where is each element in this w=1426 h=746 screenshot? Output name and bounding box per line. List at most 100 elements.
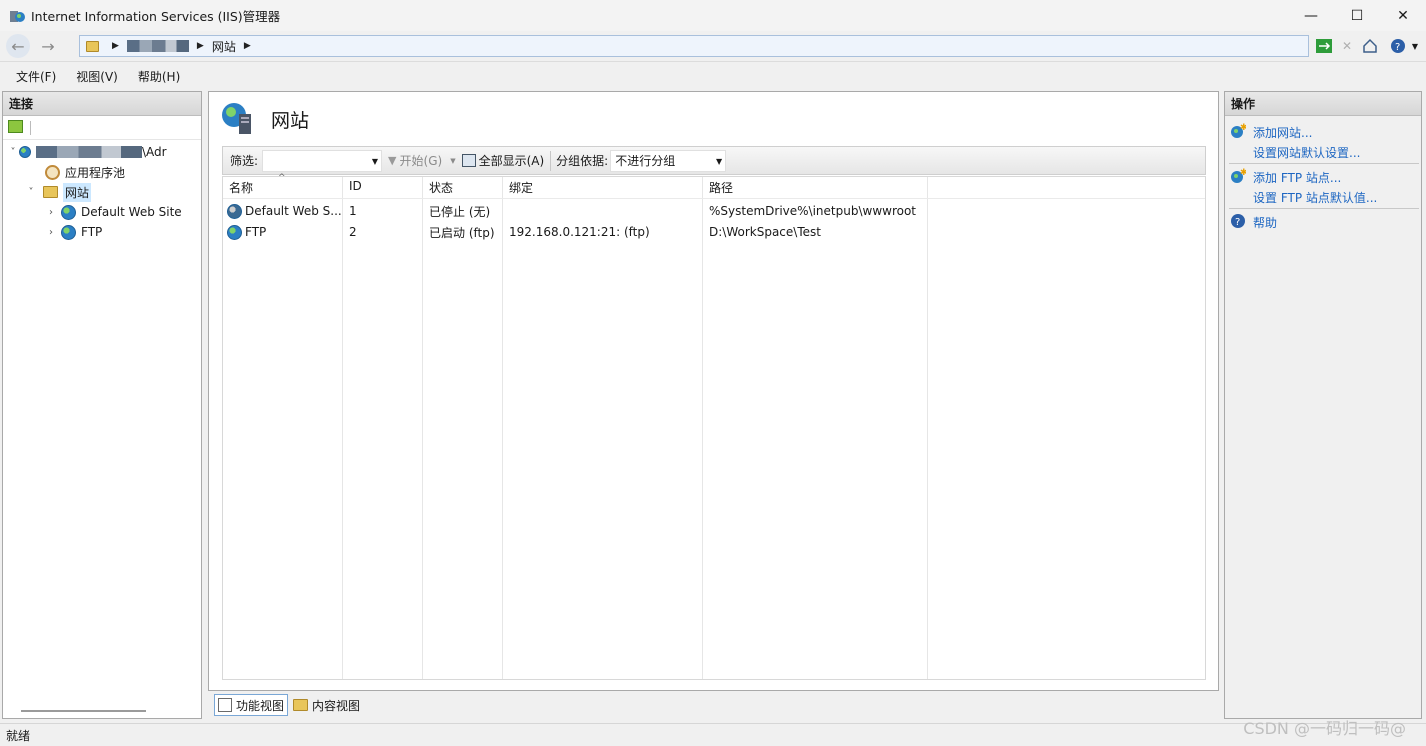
chevron-right-icon: ▶ [196, 41, 204, 51]
show-all-label: 全部显示(A) [478, 154, 545, 168]
server-name-redacted [36, 146, 142, 158]
refresh-icon[interactable] [1315, 37, 1333, 55]
menu-view[interactable]: 视图(V) [76, 68, 118, 85]
add-website-link[interactable]: 添加网站... [1253, 124, 1312, 141]
horizontal-scrollbar[interactable] [21, 710, 146, 712]
menu-file[interactable]: 文件(F) [16, 68, 56, 85]
add-ftp-site-link[interactable]: 添加 FTP 站点... [1253, 169, 1341, 186]
toolbar-divider [550, 150, 552, 171]
view-tabs: 功能视图 内容视图 [208, 693, 363, 717]
column-divider [702, 177, 703, 679]
site-binding: 192.168.0.121:21: (ftp) [509, 225, 650, 239]
menu-help[interactable]: 帮助(H) [138, 68, 180, 85]
breadcrumb-server-redacted[interactable] [126, 40, 189, 52]
watermark-text: CSDN @一码归一码@ [1243, 719, 1406, 738]
site-name-cell: Default Web S... [227, 201, 342, 221]
svg-text:?: ? [1395, 42, 1400, 53]
tree-node-app-pools[interactable]: 应用程序池 [45, 162, 125, 182]
address-bar[interactable]: ▶ ▶ 网站 ▶ [79, 35, 1309, 57]
chevron-down-icon[interactable]: ▼ [716, 157, 722, 166]
status-text: 就绪 [6, 728, 31, 743]
start-filter-label: 开始(G) [399, 154, 443, 168]
group-by-label: 分组依据: [556, 154, 609, 168]
chevron-right-icon[interactable]: › [45, 227, 57, 238]
minimize-button[interactable]: — [1288, 0, 1334, 31]
show-all-icon [461, 154, 476, 167]
back-arrow-icon[interactable]: ← [6, 34, 30, 58]
set-website-defaults-link[interactable]: 设置网站默认设置... [1253, 144, 1360, 161]
column-header-name[interactable]: 名称 [229, 179, 253, 197]
column-header-path[interactable]: 路径 [709, 179, 733, 197]
filter-input[interactable]: ▼ [262, 149, 383, 172]
chevron-right-icon[interactable]: › [45, 207, 57, 218]
stopped-site-icon [227, 203, 242, 219]
chevron-down-icon[interactable]: ▼ [450, 157, 455, 165]
tree-label-app-pools: 应用程序池 [65, 165, 126, 180]
website-globe-icon [227, 224, 242, 240]
sites-table: 名称 ^ ID 状态 绑定 路径 Default Web S... 1 已停止 … [222, 173, 1206, 680]
site-status: 已停止 (无) [429, 204, 491, 219]
stop-icon[interactable]: ✕ [1338, 37, 1356, 55]
home-icon[interactable] [1361, 37, 1379, 55]
title-bar: Internet Information Services (IIS)管理器 —… [0, 0, 1426, 31]
column-divider [422, 177, 423, 679]
server-name-suffix: \Adr [142, 145, 167, 159]
header-divider [223, 198, 1205, 199]
sites-folder-icon [86, 40, 99, 52]
chevron-down-icon[interactable]: ˅ [7, 147, 19, 158]
column-header-status[interactable]: 状态 [429, 179, 453, 197]
start-filter-button[interactable]: ▼ 开始(G) ▼ [388, 152, 456, 169]
forward-arrow-icon[interactable]: → [36, 34, 60, 58]
tab-features-view[interactable]: 功能视图 [214, 694, 289, 716]
navigation-bar: ← → ▶ ▶ 网站 ▶ ✕ ? ▼ [0, 31, 1426, 62]
add-ftp-site-icon: ✱ [1230, 168, 1248, 184]
app-pool-icon [45, 164, 60, 180]
help-link[interactable]: 帮助 [1253, 214, 1277, 231]
funnel-icon: ▼ [388, 154, 397, 167]
sites-content-pane: 网站 筛选: ▼ ▼ 开始(G) ▼ 全部显示(A) 分组依据: 不进行分组 ▼… [208, 91, 1219, 691]
site-status: 已启动 (ftp) [429, 225, 495, 240]
site-path: %SystemDrive%\inetpub\wwwroot [709, 204, 916, 218]
chevron-right-icon: ▶ [243, 41, 251, 51]
site-id: 1 [349, 204, 357, 218]
column-divider [502, 177, 503, 679]
breadcrumb-sites[interactable]: 网站 [212, 38, 236, 55]
connections-title: 连接 [3, 92, 201, 116]
server-icon [19, 146, 31, 158]
chevron-right-icon: ▶ [112, 41, 119, 51]
column-header-id[interactable]: ID [349, 179, 362, 197]
maximize-button[interactable]: ☐ [1334, 0, 1380, 31]
tree-label-sites: 网站 [63, 182, 92, 202]
help-icon[interactable]: ? [1389, 37, 1407, 55]
site-name: Default Web S... [245, 204, 342, 218]
svg-text:✱: ✱ [1240, 168, 1246, 178]
sites-folder-icon [43, 186, 58, 198]
chevron-down-icon[interactable]: ˅ [25, 187, 37, 198]
tree-node-server[interactable]: ˅ \Adr [7, 142, 167, 162]
connections-pane: 连接 ˅ \Adr 应用程序池 ˅ 网站 › Default Web Site … [2, 91, 202, 719]
group-by-value: 不进行分组 [615, 154, 676, 168]
actions-title: 操作 [1225, 92, 1421, 116]
tree-node-default-web-site[interactable]: › Default Web Site [45, 202, 182, 222]
sort-ascending-icon: ^ [278, 173, 286, 183]
actions-pane: 操作 ✱ 添加网站... 设置网站默认设置... ✱ 添加 FTP 站点... … [1224, 91, 1422, 719]
toolbar-divider [30, 121, 31, 135]
help-dropdown-chevron-icon[interactable]: ▼ [1406, 37, 1424, 55]
tab-content-view[interactable]: 内容视图 [290, 694, 363, 716]
website-globe-icon [61, 204, 76, 220]
column-divider [927, 177, 928, 679]
site-path: D:\WorkSpace\Test [709, 225, 821, 239]
show-all-button[interactable]: 全部显示(A) [461, 152, 545, 169]
chevron-down-icon[interactable]: ▼ [372, 157, 378, 166]
set-ftp-defaults-link[interactable]: 设置 FTP 站点默认值... [1253, 189, 1377, 206]
add-website-icon: ✱ [1230, 123, 1248, 139]
tree-node-ftp[interactable]: › FTP [45, 222, 102, 242]
column-header-binding[interactable]: 绑定 [509, 179, 533, 197]
connect-icon[interactable] [8, 120, 23, 133]
tab-features-view-label: 功能视图 [236, 698, 285, 713]
tree-node-sites[interactable]: ˅ 网站 [25, 182, 92, 202]
close-button[interactable]: ✕ [1380, 0, 1426, 31]
help-icon: ? [1230, 213, 1246, 229]
group-by-select[interactable]: 不进行分组 ▼ [610, 149, 727, 172]
content-view-icon [293, 699, 309, 711]
